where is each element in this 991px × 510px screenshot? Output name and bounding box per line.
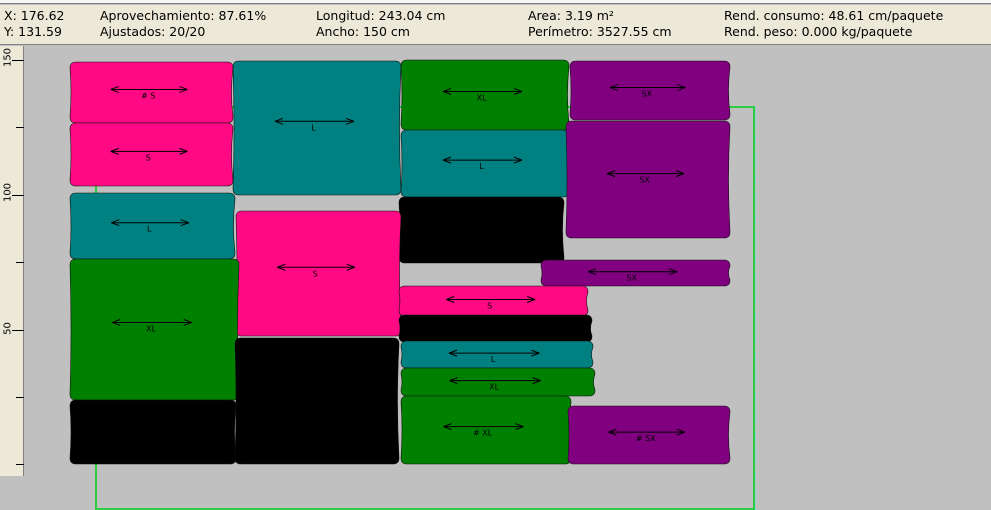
piece-size-label: XL <box>477 94 487 103</box>
weight-yield-readout: Rend. peso: 0.000 kg/paquete <box>724 24 913 39</box>
piece-size-label: L <box>491 355 496 364</box>
piece-size-label: SX <box>626 274 637 283</box>
pattern-piece-17[interactable] <box>69 399 237 465</box>
pattern-piece-7[interactable]: SX <box>565 120 731 239</box>
piece-size-label: L <box>479 162 484 171</box>
marker-canvas[interactable]: # S S L XL SX L SX L S SX XL S L XL # XL # SX <box>25 46 991 510</box>
perimeter-readout: Perímetro: 3527.55 cm <box>528 24 672 39</box>
pattern-piece-2[interactable]: S <box>69 122 234 187</box>
cursor-y-readout: Y: 131.59 <box>4 24 62 39</box>
pattern-piece-11[interactable]: SX <box>540 259 731 287</box>
pattern-piece-9[interactable] <box>398 196 565 264</box>
piece-size-label: SX <box>642 90 653 99</box>
window-top-edge <box>0 0 991 4</box>
pattern-piece-12[interactable]: XL <box>69 258 240 401</box>
pattern-piece-19[interactable]: # XL <box>400 395 572 465</box>
piece-size-label: # XL <box>473 429 493 438</box>
pattern-piece-6[interactable]: L <box>400 129 570 198</box>
pattern-piece-18[interactable] <box>234 337 400 465</box>
area-readout: Area: 3.19 m² <box>528 8 614 23</box>
pattern-piece-8[interactable]: L <box>69 192 236 260</box>
piece-size-label: SX <box>639 176 650 185</box>
piece-size-label: # S <box>141 91 155 100</box>
pattern-piece-10[interactable]: S <box>235 210 402 337</box>
consumption-yield-readout: Rend. consumo: 48.61 cm/paquete <box>724 8 944 23</box>
pattern-piece-15[interactable]: L <box>400 340 594 369</box>
ruler-label-50: 50 <box>2 322 14 335</box>
marker-pieces[interactable]: # S S L XL SX L SX L S SX XL S L XL # XL # SX <box>25 46 991 476</box>
ruler-label-100: 100 <box>2 182 14 203</box>
placed-pieces-readout: Ajustados: 20/20 <box>100 24 206 39</box>
vertical-ruler: 150 100 50 <box>0 46 24 476</box>
pattern-piece-13[interactable]: S <box>398 285 589 317</box>
status-bar: X: 176.62 Y: 131.59 Aprovechamiento: 87.… <box>0 5 991 45</box>
piece-size-label: XL <box>489 383 499 392</box>
cursor-x-readout: X: 176.62 <box>4 8 65 23</box>
piece-size-label: L <box>147 225 152 234</box>
length-readout: Longitud: 243.04 cm <box>316 8 446 23</box>
pattern-piece-5[interactable]: SX <box>569 60 731 121</box>
piece-size-label: S <box>487 302 492 311</box>
piece-size-label: S <box>313 269 318 278</box>
efficiency-readout: Aprovechamiento: 87.61% <box>100 8 267 23</box>
pattern-piece-14[interactable] <box>398 314 593 343</box>
pattern-piece-1[interactable]: # S <box>69 61 234 124</box>
piece-size-label: L <box>311 123 316 132</box>
pattern-piece-4[interactable]: XL <box>400 59 570 131</box>
pattern-piece-16[interactable]: XL <box>400 367 596 397</box>
pattern-piece-3[interactable]: L <box>232 60 402 196</box>
ruler-label-150: 150 <box>2 47 14 68</box>
pattern-piece-20[interactable]: # SX <box>567 405 731 465</box>
piece-size-label: # SX <box>636 434 656 443</box>
piece-size-label: XL <box>146 324 156 333</box>
piece-size-label: S <box>146 153 151 162</box>
width-readout: Ancho: 150 cm <box>316 24 410 39</box>
